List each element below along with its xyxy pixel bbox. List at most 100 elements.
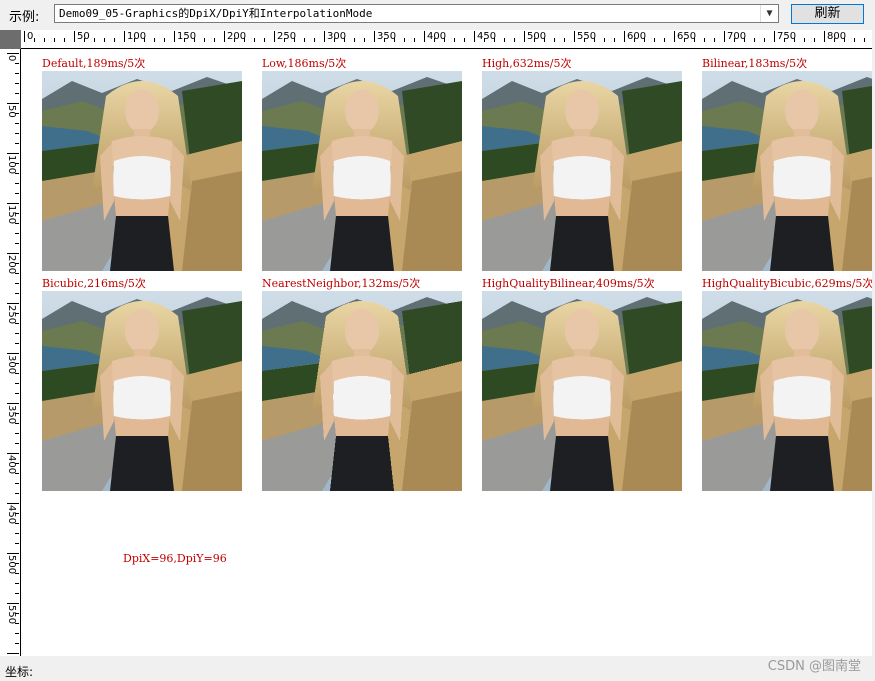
ruler-tick [15, 593, 19, 594]
image-label: Bilinear,183ms/5次 [702, 57, 808, 70]
ruler-tick [15, 533, 19, 534]
example-select-value: Demo09_05-Graphics的DpiX/DpiY和Interpolati… [59, 7, 373, 20]
rendered-image [482, 71, 682, 271]
ruler-tick [15, 633, 19, 634]
ruler-tick [824, 31, 825, 42]
ruler-tick [354, 38, 355, 42]
ruler-tick [164, 38, 165, 42]
ruler-label: 50 [77, 31, 90, 42]
ruler-label: 500 [6, 555, 17, 575]
rendered-image [702, 291, 872, 491]
ruler-tick [624, 31, 625, 42]
horizontal-ruler: 0 50 100 150 200 250 300 350 400 450 500 550 600 650 7… [21, 30, 872, 49]
ruler-label: 500 [527, 31, 547, 42]
ruler-tick [15, 293, 19, 294]
drawing-canvas[interactable]: DpiX=96,DpiY=96 Default,189ms/5次 Low,186… [21, 49, 872, 656]
ruler-tick [104, 38, 105, 42]
toolbar: 示例: Demo09_05-Graphics的DpiX/DpiY和Interpo… [0, 0, 875, 28]
ruler-label: 400 [427, 31, 447, 42]
rendered-image [262, 291, 462, 491]
ruler-label: 400 [6, 455, 17, 475]
dpi-text: DpiX=96,DpiY=96 [123, 552, 227, 565]
ruler-label: 300 [327, 31, 347, 42]
ruler-label: 50 [6, 105, 17, 118]
example-select[interactable]: Demo09_05-Graphics的DpiX/DpiY和Interpolati… [54, 4, 779, 23]
rendered-image [42, 71, 242, 271]
ruler-tick [454, 38, 455, 42]
ruler-tick [15, 63, 19, 64]
ruler-tick [7, 653, 19, 654]
ruler-tick [174, 31, 175, 42]
ruler-label: 350 [377, 31, 397, 42]
ruler-tick [804, 38, 805, 42]
ruler-tick [854, 38, 855, 42]
ruler-tick [714, 38, 715, 42]
ruler-tick [464, 38, 465, 42]
coordinate-label: 坐标: [5, 665, 34, 679]
ruler-tick [214, 38, 215, 42]
ruler-tick [764, 38, 765, 42]
ruler-label: 250 [6, 305, 17, 325]
ruler-tick [7, 353, 19, 354]
ruler-label: 550 [577, 31, 597, 42]
ruler-tick [204, 38, 205, 42]
chevron-down-icon[interactable]: ▼ [760, 5, 778, 22]
ruler-tick [94, 38, 95, 42]
ruler-tick [554, 38, 555, 42]
ruler-tick [864, 38, 865, 42]
ruler-tick [504, 38, 505, 42]
rendered-image [702, 71, 872, 271]
ruler-label: 100 [6, 155, 17, 175]
ruler-tick [264, 38, 265, 42]
ruler-tick [15, 583, 19, 584]
ruler-tick [7, 203, 19, 204]
ruler-label: 0 [27, 31, 34, 42]
ruler-tick [674, 31, 675, 42]
image-label: Bicubic,216ms/5次 [42, 277, 146, 290]
ruler-tick [15, 93, 19, 94]
ruler-tick [15, 443, 19, 444]
ruler-tick [7, 503, 19, 504]
refresh-button[interactable]: 刷新 [791, 4, 864, 24]
ruler-tick [54, 38, 55, 42]
ruler-tick [15, 433, 19, 434]
ruler-tick [15, 493, 19, 494]
rendered-image [482, 291, 682, 491]
ruler-tick [374, 31, 375, 42]
ruler-tick [114, 38, 115, 42]
image-label: NearestNeighbor,132ms/5次 [262, 277, 421, 290]
ruler-tick [7, 603, 19, 604]
ruler-tick [34, 38, 35, 42]
ruler-tick [15, 193, 19, 194]
ruler-label: 100 [127, 31, 147, 42]
ruler-tick [774, 31, 775, 42]
ruler-tick [15, 643, 19, 644]
ruler-label: 750 [777, 31, 797, 42]
ruler-label: 700 [727, 31, 747, 42]
ruler-tick [7, 403, 19, 404]
image-label: Default,189ms/5次 [42, 57, 146, 70]
ruler-label: 0 [6, 55, 17, 62]
ruler-tick [514, 38, 515, 42]
ruler-tick [814, 38, 815, 42]
ruler-tick [15, 233, 19, 234]
ruler-label: 250 [277, 31, 297, 42]
ruler-tick [15, 83, 19, 84]
ruler-tick [7, 103, 19, 104]
ruler-corner [0, 30, 21, 49]
ruler-tick [15, 123, 19, 124]
ruler-tick [15, 393, 19, 394]
ruler-label: 350 [6, 405, 17, 425]
rendered-image [42, 291, 242, 491]
ruler-tick [664, 38, 665, 42]
ruler-tick [64, 38, 65, 42]
ruler-label: 200 [6, 255, 17, 275]
ruler-label: 450 [6, 505, 17, 525]
ruler-tick [7, 553, 19, 554]
ruler-tick [15, 543, 19, 544]
ruler-tick [254, 38, 255, 42]
ruler-label: 300 [6, 355, 17, 375]
ruler-label: 150 [6, 205, 17, 225]
ruler-tick [474, 31, 475, 42]
ruler-tick [304, 38, 305, 42]
